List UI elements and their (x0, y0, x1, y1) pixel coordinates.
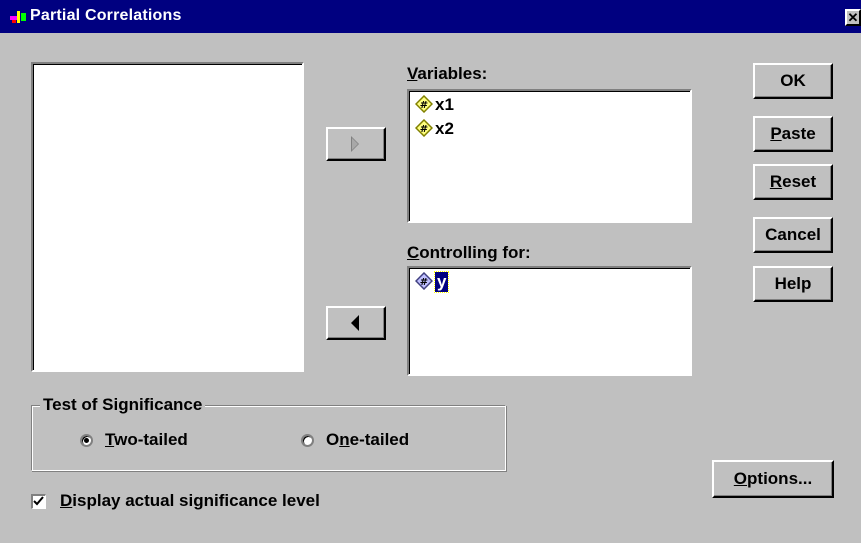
cancel-button[interactable]: Cancel (753, 217, 833, 253)
radio-selected-icon (80, 434, 93, 447)
move-to-source-button[interactable] (326, 306, 386, 340)
svg-text:#: # (420, 100, 428, 111)
reset-button[interactable]: Reset (753, 164, 833, 200)
variable-name: x2 (435, 119, 454, 138)
paste-button[interactable]: Paste (753, 116, 833, 152)
one-tailed-label: One-tailed (326, 430, 410, 449)
scale-variable-icon: # (415, 95, 433, 113)
two-tailed-radio[interactable]: Two-tailed (80, 430, 220, 452)
svg-text:#: # (420, 277, 428, 288)
svg-text:#: # (420, 124, 428, 135)
options-button[interactable]: Options... (712, 460, 834, 498)
source-variable-list[interactable] (31, 62, 304, 372)
close-button[interactable]: ✕ (845, 9, 861, 26)
controlling-for-list[interactable]: # y (407, 266, 692, 376)
help-button[interactable]: Help (753, 266, 833, 302)
radio-unselected-icon (301, 434, 314, 447)
display-significance-checkbox[interactable]: Display actual significance level (31, 491, 411, 513)
one-tailed-radio[interactable]: One-tailed (301, 430, 441, 452)
arrow-right-icon (351, 136, 359, 152)
window-title: Partial Correlations (30, 7, 182, 24)
variable-name: x1 (435, 95, 454, 114)
arrow-left-icon (351, 315, 359, 331)
controlling-for-label: Controlling for: (407, 243, 531, 262)
variables-list[interactable]: # x1 # x2 (407, 89, 692, 223)
two-tailed-label: Two-tailed (105, 430, 188, 449)
scale-variable-icon: # (415, 119, 433, 137)
move-to-variables-button[interactable] (326, 127, 386, 161)
ok-button[interactable]: OK (753, 63, 833, 99)
scale-variable-icon: # (415, 272, 433, 290)
variables-label: Variables: (407, 64, 488, 83)
close-icon: ✕ (847, 10, 859, 25)
group-legend: Test of Significance (40, 395, 206, 415)
variable-name-selected: y (433, 271, 450, 293)
title-bar[interactable]: Partial Correlations ✕ (0, 0, 861, 33)
spss-app-icon (10, 11, 26, 23)
checkbox-checked-icon (31, 494, 46, 509)
display-significance-label: Display actual significance level (60, 491, 320, 510)
